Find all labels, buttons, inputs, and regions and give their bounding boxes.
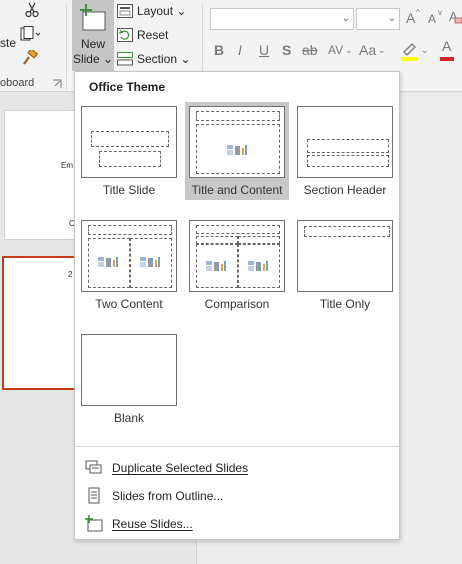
content-type-icon <box>206 261 226 271</box>
layout-comparison[interactable]: Comparison <box>185 216 289 314</box>
layout-two-content[interactable]: Two Content <box>77 216 181 314</box>
content-placeholder-left <box>88 238 130 288</box>
title-placeholder <box>304 226 390 237</box>
gallery-header: Office Theme <box>89 80 166 94</box>
content-type-icon <box>227 145 247 155</box>
content-placeholder-right <box>130 238 172 288</box>
new-slide-icon <box>80 4 106 31</box>
duplicate-selected-slides-label: Duplicate Selected Slides <box>112 461 249 475</box>
text-shadow-button[interactable]: S <box>282 42 291 58</box>
reset-icon <box>117 28 133 42</box>
underline-button[interactable]: U <box>259 42 269 58</box>
slides-from-outline-label: Slides from Outline... <box>112 489 224 503</box>
strikethrough-button[interactable]: ab <box>302 42 318 58</box>
group-separator <box>66 4 67 90</box>
layout-preview <box>81 220 177 292</box>
layout-label: Blank <box>113 411 145 425</box>
cut-icon[interactable] <box>24 2 40 18</box>
section-label: Section ⌄ <box>137 52 191 66</box>
title-placeholder <box>91 131 169 147</box>
layout-label: Title Slide <box>102 183 156 197</box>
section-icon <box>117 52 133 66</box>
reuse-slides-label: Reuse Slides... <box>112 517 193 531</box>
clear-formatting-icon[interactable]: A <box>449 8 462 26</box>
subtitle-placeholder <box>99 151 161 167</box>
reset-button[interactable]: Reset <box>117 25 168 45</box>
section-button[interactable]: Section ⌄ <box>117 49 190 69</box>
grow-arrow-icon: ^ <box>416 8 420 17</box>
copy-icon[interactable] <box>20 26 42 42</box>
chevron-down-icon: ⌄ <box>345 45 353 55</box>
character-spacing-button[interactable]: AV <box>328 43 343 57</box>
layout-title-and-content[interactable]: Title and Content <box>185 102 289 200</box>
reset-label: Reset <box>137 28 169 42</box>
slide-thumbnail-2-selected[interactable]: 2 <box>2 256 82 390</box>
format-painter-icon[interactable] <box>22 50 38 66</box>
layout-preview <box>297 106 393 178</box>
bold-button[interactable]: B <box>214 42 224 58</box>
layout-title-slide[interactable]: Title Slide <box>77 102 181 200</box>
duplicate-slides-icon <box>85 460 102 474</box>
layout-preview <box>297 220 393 292</box>
content-type-icon <box>248 261 268 271</box>
layout-title-only[interactable]: Title Only <box>293 216 397 314</box>
content-placeholder-right <box>238 244 280 288</box>
heading-placeholder-right <box>238 236 280 244</box>
layout-preview <box>189 106 285 178</box>
layout-label: Two Content <box>95 297 163 311</box>
slides-from-outline-item[interactable]: Slides from Outline... <box>85 485 385 507</box>
paste-button-label[interactable]: ste <box>0 36 16 50</box>
clipboard-group-label: oboard <box>0 77 35 89</box>
highlighter-icon[interactable] <box>400 40 420 62</box>
slide-thumbnail-text: 2 <box>68 270 73 279</box>
italic-button[interactable]: I <box>238 42 242 58</box>
decrease-font-size-button[interactable]: A <box>428 12 436 26</box>
new-slide-dropdown: Office Theme Title Slide Title and Conte… <box>74 71 401 540</box>
title-placeholder <box>196 225 280 234</box>
increase-font-size-button[interactable]: A <box>406 10 415 26</box>
slide-thumbnail-1[interactable]: Em C <box>4 110 80 240</box>
title-placeholder <box>307 139 389 153</box>
layout-preview <box>81 334 177 406</box>
layout-icon <box>117 4 133 18</box>
content-type-icon <box>98 257 118 267</box>
chevron-down-icon: ⌄ <box>421 45 429 55</box>
content-placeholder-left <box>196 244 238 288</box>
new-slide-label: New <box>80 37 105 51</box>
layout-button[interactable]: Layout ⌄ <box>117 1 186 21</box>
menu-divider <box>75 446 401 447</box>
heading-placeholder-left <box>196 236 238 244</box>
layout-label: Title Only <box>319 297 371 311</box>
duplicate-selected-slides-item[interactable]: Duplicate Selected Slides <box>85 457 385 479</box>
font-color-button[interactable]: A <box>442 38 451 54</box>
layout-label: Title and Content <box>191 183 283 197</box>
chevron-down-icon: ⌄ <box>378 45 386 55</box>
change-case-button[interactable]: Aa <box>359 42 376 58</box>
layout-preview <box>189 220 285 292</box>
layout-section-header[interactable]: Section Header <box>293 102 397 200</box>
title-placeholder <box>88 225 172 235</box>
layout-blank[interactable]: Blank <box>77 330 181 428</box>
reuse-slides-item[interactable]: Reuse Slides... <box>85 513 385 535</box>
dialog-launcher-icon[interactable] <box>52 79 62 89</box>
content-type-icon <box>140 257 160 267</box>
outline-document-icon <box>88 487 100 504</box>
layout-preview <box>81 106 177 178</box>
new-slide-label-dropdown: Slide ⌄ <box>72 52 114 66</box>
title-placeholder <box>196 111 280 121</box>
layout-label: Section Header <box>303 183 387 197</box>
slide-thumbnail-text: Em <box>61 161 73 170</box>
chevron-down-icon: ⌄ <box>341 13 350 24</box>
layout-label: Layout ⌄ <box>137 4 187 18</box>
font-name-combobox[interactable]: ⌄ <box>210 8 354 30</box>
shrink-arrow-icon: v <box>438 8 442 17</box>
content-placeholder <box>196 124 280 174</box>
new-slide-button[interactable]: New Slide ⌄ <box>72 0 114 71</box>
font-color-swatch <box>440 57 454 61</box>
reuse-slides-icon <box>85 515 103 532</box>
chevron-down-icon: ⌄ <box>387 13 396 24</box>
layout-label: Comparison <box>204 297 270 311</box>
font-size-combobox[interactable]: ⌄ <box>356 8 400 30</box>
text-placeholder <box>307 155 389 167</box>
